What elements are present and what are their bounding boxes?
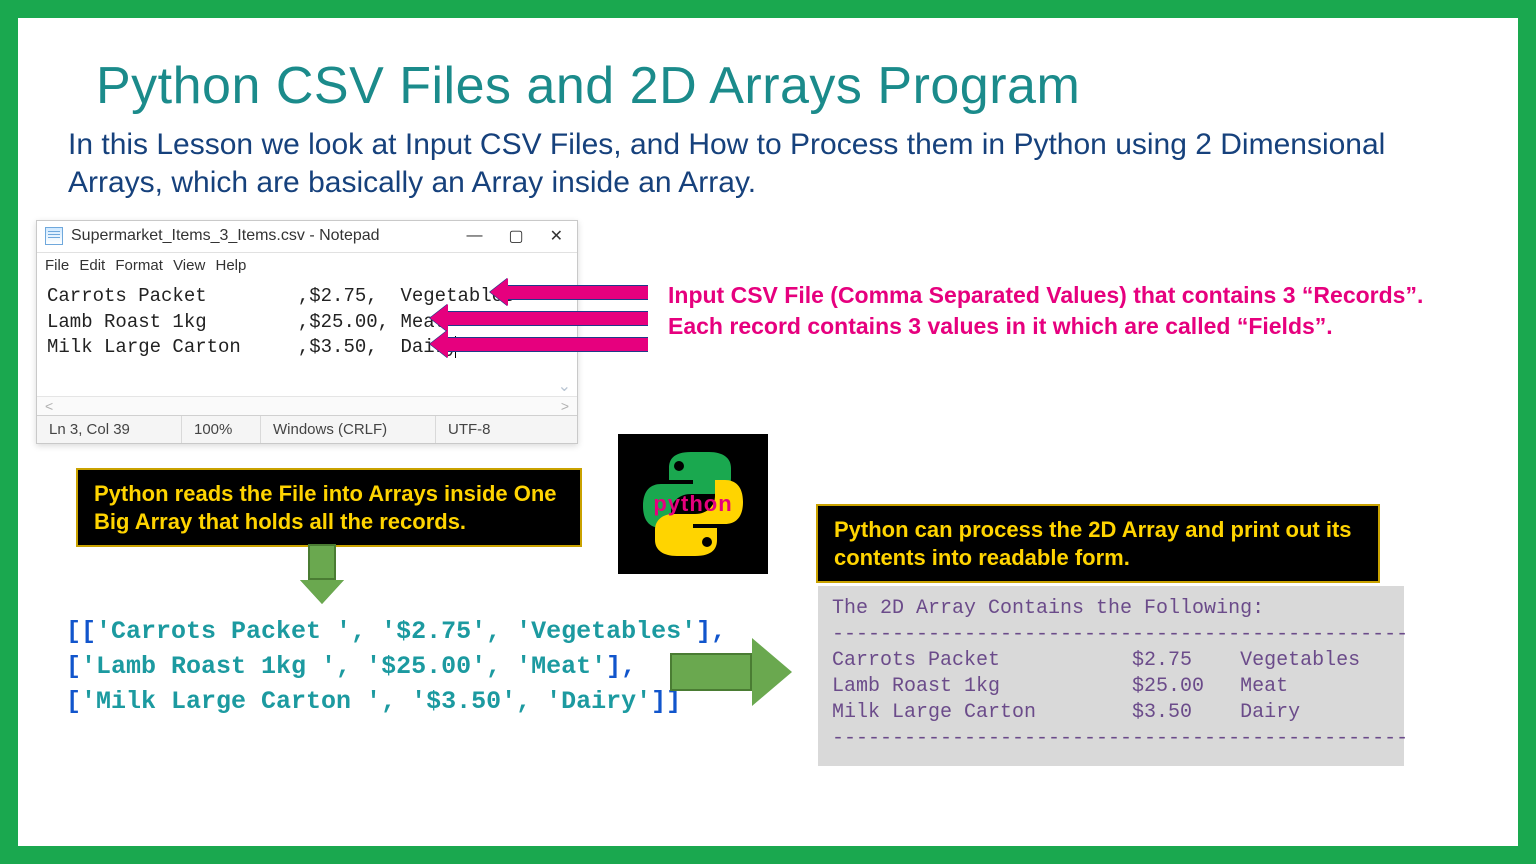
array-literal: [['Carrots Packet ', '$2.75', 'Vegetable…	[66, 614, 726, 719]
slide-frame: Python CSV Files and 2D Arrays Program I…	[0, 0, 1536, 864]
arrow-record-3	[448, 337, 648, 352]
array-row-2: ['Lamb Roast 1kg ', '$25.00', 'Meat'],	[66, 649, 726, 684]
notepad-menubar: File Edit Format View Help	[37, 253, 577, 280]
callout-read-arrays: Python reads the File into Arrays inside…	[76, 468, 582, 547]
csv-line-3: Milk Large Carton ,$3.50, Dairy	[47, 336, 457, 358]
status-encoding: UTF-8	[436, 416, 577, 443]
python-logo: python	[618, 434, 768, 574]
arrow-record-1	[508, 285, 648, 300]
status-position: Ln 3, Col 39	[37, 416, 182, 443]
minimize-icon[interactable]: —	[466, 227, 482, 245]
horizontal-scrollbar[interactable]: <>	[37, 396, 577, 415]
csv-line-2: Lamb Roast 1kg ,$25.00, Meat	[47, 311, 446, 333]
array-row-3: ['Milk Large Carton ', '$3.50', 'Dairy']…	[66, 684, 726, 719]
arrow-right-icon	[670, 638, 792, 706]
arrow-down-icon	[300, 544, 344, 604]
array-row-1: [['Carrots Packet ', '$2.75', 'Vegetable…	[66, 614, 726, 649]
menu-file[interactable]: File	[45, 257, 69, 274]
notepad-icon	[45, 227, 63, 245]
menu-edit[interactable]: Edit	[79, 257, 105, 274]
menu-help[interactable]: Help	[215, 257, 246, 274]
menu-format[interactable]: Format	[115, 257, 163, 274]
page-subtitle: In this Lesson we look at Input CSV File…	[68, 126, 1428, 201]
notepad-statusbar: Ln 3, Col 39 100% Windows (CRLF) UTF-8	[37, 415, 577, 443]
callout-process-print: Python can process the 2D Array and prin…	[816, 504, 1380, 583]
notepad-titlebar: Supermarket_Items_3_Items.csv - Notepad …	[37, 221, 577, 253]
window-controls: — ▢ ✕	[466, 226, 569, 246]
slide-body: Python CSV Files and 2D Arrays Program I…	[18, 18, 1518, 846]
scroll-hint: ⌄	[37, 381, 577, 396]
python-label: python	[653, 491, 732, 517]
arrow-record-2	[448, 311, 648, 326]
program-output: The 2D Array Contains the Following: ---…	[818, 586, 1404, 766]
status-eol: Windows (CRLF)	[261, 416, 436, 443]
menu-view[interactable]: View	[173, 257, 205, 274]
close-icon[interactable]: ✕	[550, 226, 563, 246]
notepad-window: Supermarket_Items_3_Items.csv - Notepad …	[36, 220, 578, 444]
notepad-title: Supermarket_Items_3_Items.csv - Notepad	[71, 227, 380, 245]
maximize-icon[interactable]: ▢	[508, 226, 523, 246]
status-zoom: 100%	[182, 416, 261, 443]
page-title: Python CSV Files and 2D Arrays Program	[96, 56, 1080, 116]
csv-explanation: Input CSV File (Comma Separated Values) …	[668, 280, 1438, 342]
